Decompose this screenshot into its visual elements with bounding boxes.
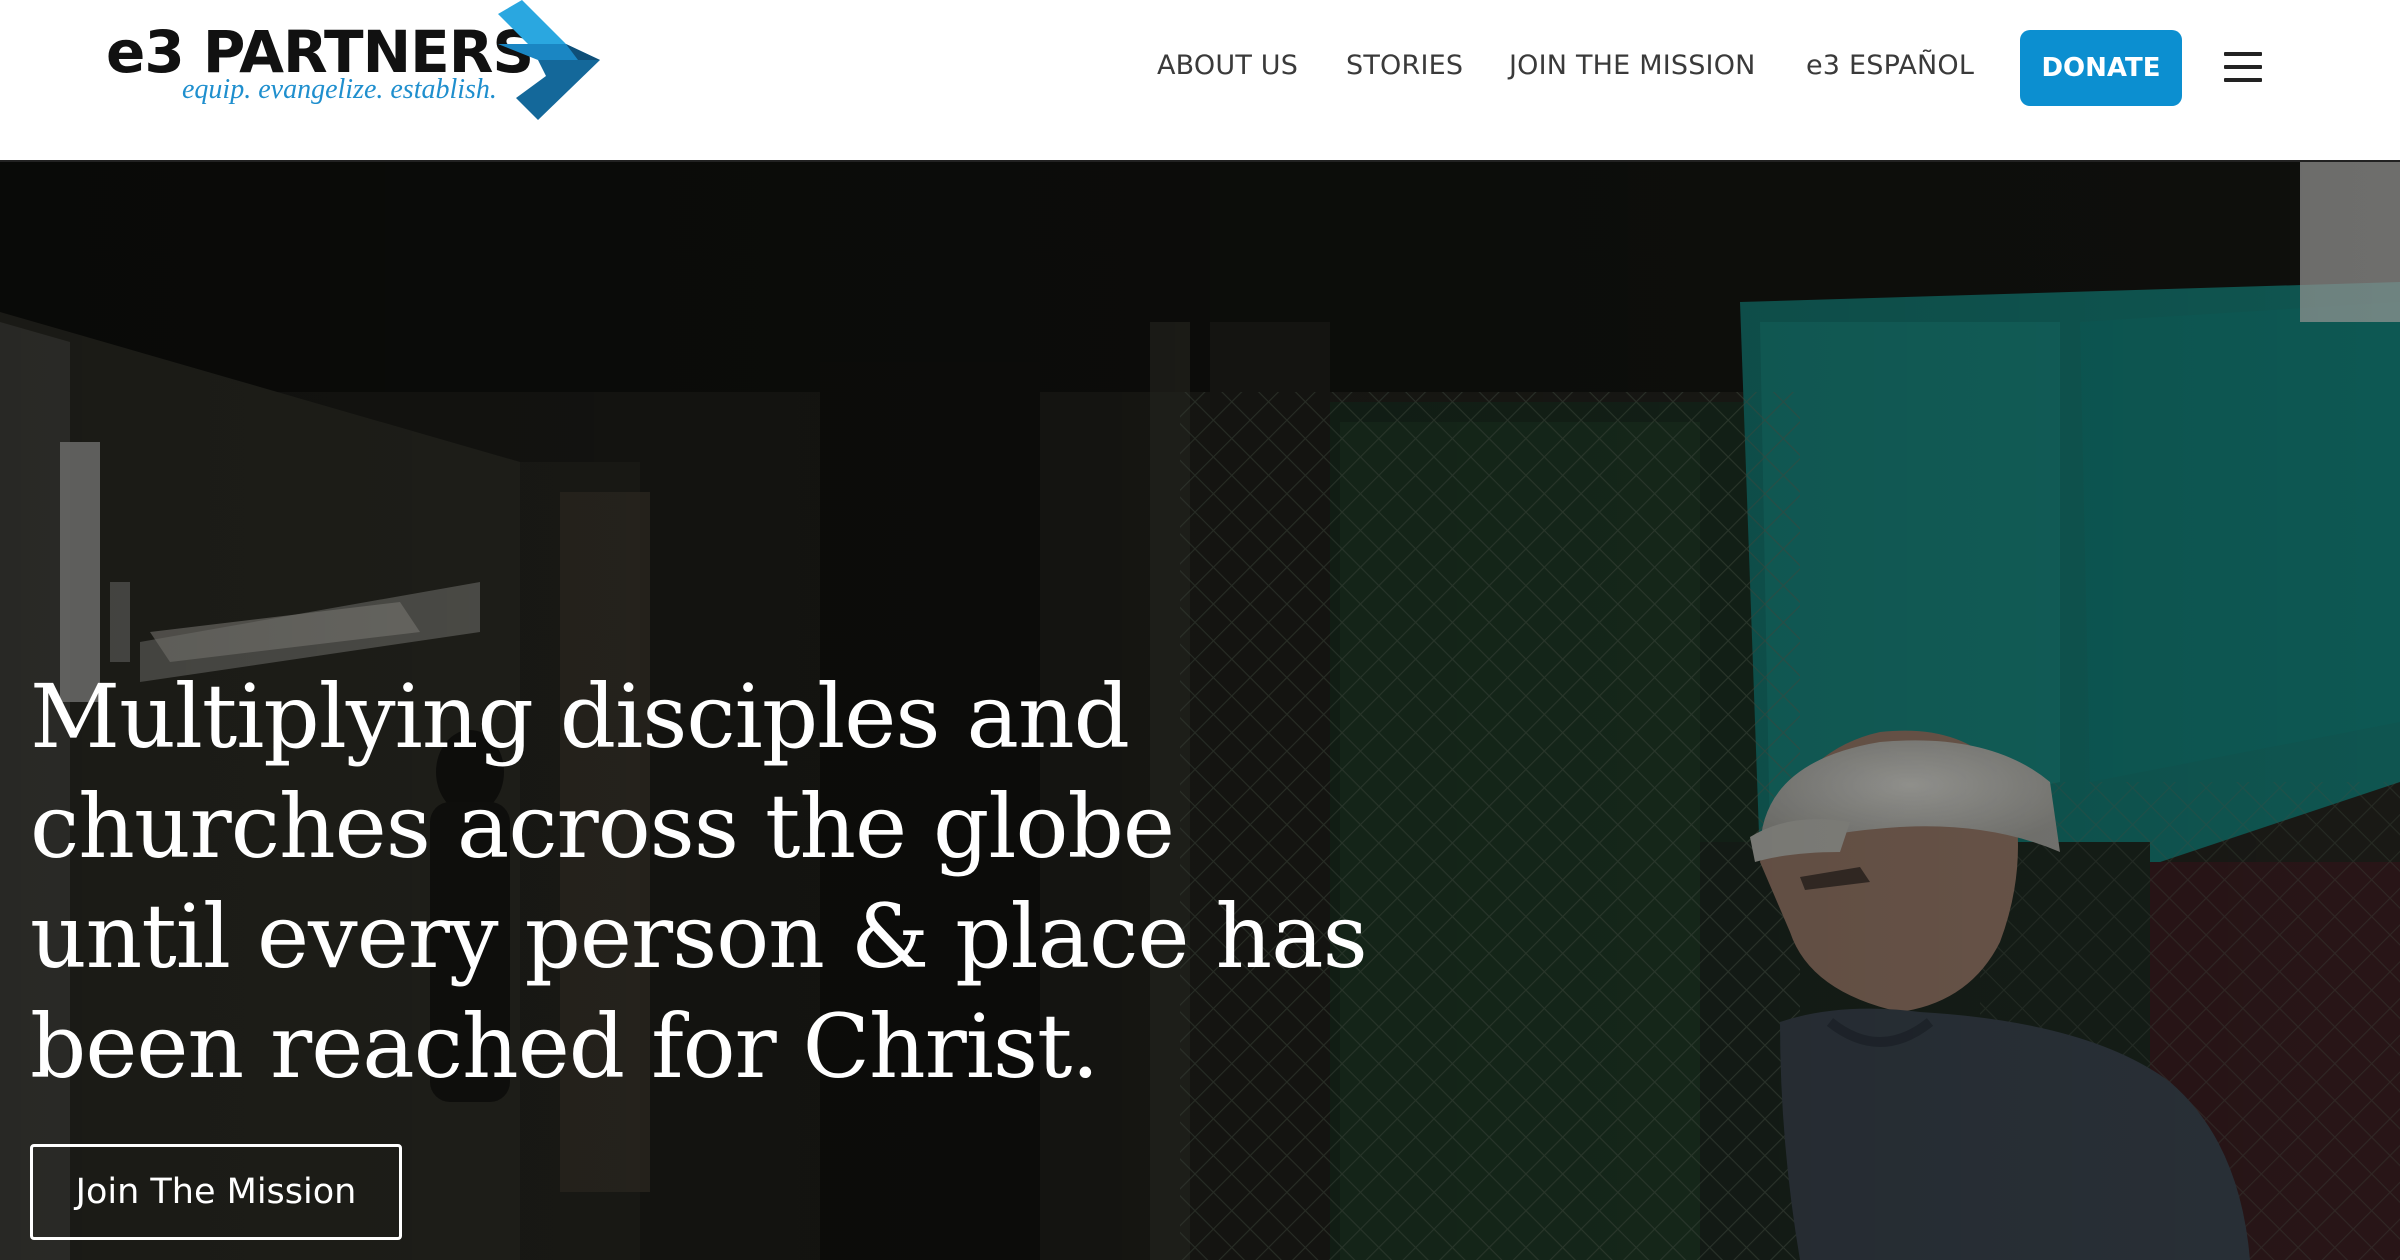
nav-about-us[interactable]: ABOUT US xyxy=(1157,50,1298,81)
nav-join-the-mission[interactable]: JOIN THE MISSION xyxy=(1509,50,1756,81)
hero-headline: Multiplying disciples and churches acros… xyxy=(30,665,1368,1098)
hero-section: Multiplying disciples and churches acros… xyxy=(0,162,2400,1260)
site-logo[interactable]: e3 PARTNERS equip. evangelize. establish… xyxy=(106,0,606,130)
menu-bar xyxy=(2224,78,2262,82)
nav-e3-espanol[interactable]: e3 ESPAÑOL xyxy=(1806,50,1974,81)
donate-button[interactable]: DONATE xyxy=(2020,30,2182,106)
join-the-mission-button[interactable]: Join The Mission xyxy=(30,1144,402,1240)
nav-stories[interactable]: STORIES xyxy=(1346,50,1463,81)
chevron-logo-icon xyxy=(498,0,600,120)
site-header: e3 PARTNERS equip. evangelize. establish… xyxy=(0,0,2400,162)
menu-bar xyxy=(2224,52,2262,56)
hamburger-menu-icon[interactable] xyxy=(2224,52,2264,84)
logo-tagline: equip. evangelize. establish. xyxy=(182,74,497,105)
menu-bar xyxy=(2224,65,2262,69)
